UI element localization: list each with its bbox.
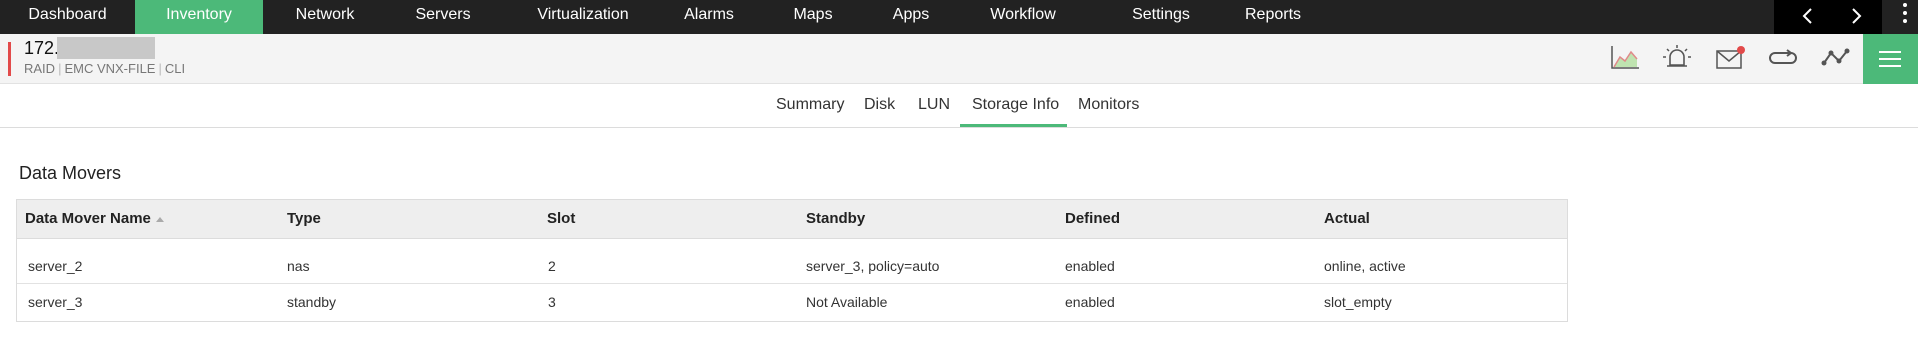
cell-type: standby xyxy=(287,294,337,310)
cell-defined: enabled xyxy=(1065,258,1115,274)
cell-standby: Not Available xyxy=(806,294,888,310)
tab-storage-info[interactable]: Storage Info xyxy=(972,96,1059,114)
more-options-icon[interactable] xyxy=(1893,0,1918,34)
tab-bar: Summary Disk LUN Storage Info Monitors xyxy=(0,84,1918,128)
tab-lun[interactable]: LUN xyxy=(918,96,950,114)
column-header-actual[interactable]: Actual xyxy=(1324,210,1370,227)
chevron-left-icon[interactable] xyxy=(1798,6,1818,26)
column-header-slot[interactable]: Slot xyxy=(547,210,575,227)
cell-standby: server_3, policy=auto xyxy=(806,258,940,274)
sync-icon[interactable] xyxy=(1767,43,1799,73)
nav-reports[interactable]: Reports xyxy=(1223,0,1323,34)
chart-icon[interactable] xyxy=(1609,43,1641,73)
menu-icon[interactable] xyxy=(1863,34,1918,84)
sort-icon[interactable] xyxy=(155,216,164,222)
cell-actual: online, active xyxy=(1324,258,1406,274)
nav-dashboard[interactable]: Dashboard xyxy=(0,0,135,34)
cell-actual: slot_empty xyxy=(1324,294,1392,310)
alarm-bell-icon[interactable] xyxy=(1661,43,1693,73)
nav-servers[interactable]: Servers xyxy=(387,0,499,34)
cell-type: nas xyxy=(287,258,310,274)
topology-icon[interactable] xyxy=(1820,43,1852,73)
redacted-ip-mask xyxy=(57,37,155,59)
column-header-name[interactable]: Data Mover Name xyxy=(25,210,164,227)
nav-scroll-arrows xyxy=(1774,0,1882,34)
cell-name: server_2 xyxy=(28,258,83,274)
section-title: Data Movers xyxy=(19,163,122,183)
data-movers-table: Data Mover Name Type Slot Standby Define… xyxy=(16,199,1568,322)
nav-apps[interactable]: Apps xyxy=(875,0,947,34)
column-header-type[interactable]: Type xyxy=(287,210,321,227)
top-navigation: Dashboard Inventory Network Servers Virt… xyxy=(0,0,1918,34)
column-header-standby[interactable]: Standby xyxy=(806,210,865,227)
tab-monitors[interactable]: Monitors xyxy=(1078,96,1139,114)
nav-settings[interactable]: Settings xyxy=(1099,0,1223,34)
nav-inventory[interactable]: Inventory xyxy=(135,0,263,34)
nav-maps[interactable]: Maps xyxy=(751,0,875,34)
table-row: server_3 standby 3 Not Available enabled… xyxy=(17,285,1567,320)
cell-slot: 3 xyxy=(548,294,556,310)
tag-type: EMC VNX-FILE xyxy=(64,61,156,76)
cell-name: server_3 xyxy=(28,294,83,310)
nav-virtualization[interactable]: Virtualization xyxy=(499,0,667,34)
cell-defined: enabled xyxy=(1065,294,1115,310)
mail-icon[interactable] xyxy=(1714,43,1746,73)
table-header: Data Mover Name Type Slot Standby Define… xyxy=(17,200,1567,239)
device-header: 172. RAID | EMC VNX-FILE | CLI xyxy=(0,34,1918,84)
nav-workflow[interactable]: Workflow xyxy=(947,0,1099,34)
chevron-right-icon[interactable] xyxy=(1846,6,1866,26)
tab-disk[interactable]: Disk xyxy=(864,96,895,114)
column-header-defined[interactable]: Defined xyxy=(1065,210,1120,227)
status-indicator xyxy=(8,42,11,76)
nav-alarms[interactable]: Alarms xyxy=(667,0,751,34)
tag-category: RAID xyxy=(24,61,56,76)
device-tags: RAID | EMC VNX-FILE | CLI xyxy=(24,61,186,76)
device-ip: 172. xyxy=(24,38,60,58)
table-row: server_2 nas 2 server_3, policy=auto ena… xyxy=(17,249,1567,284)
cell-slot: 2 xyxy=(548,258,556,274)
active-tab-indicator xyxy=(960,124,1067,127)
tab-summary[interactable]: Summary xyxy=(776,96,844,114)
nav-network[interactable]: Network xyxy=(263,0,387,34)
tag-protocol: CLI xyxy=(164,61,186,76)
